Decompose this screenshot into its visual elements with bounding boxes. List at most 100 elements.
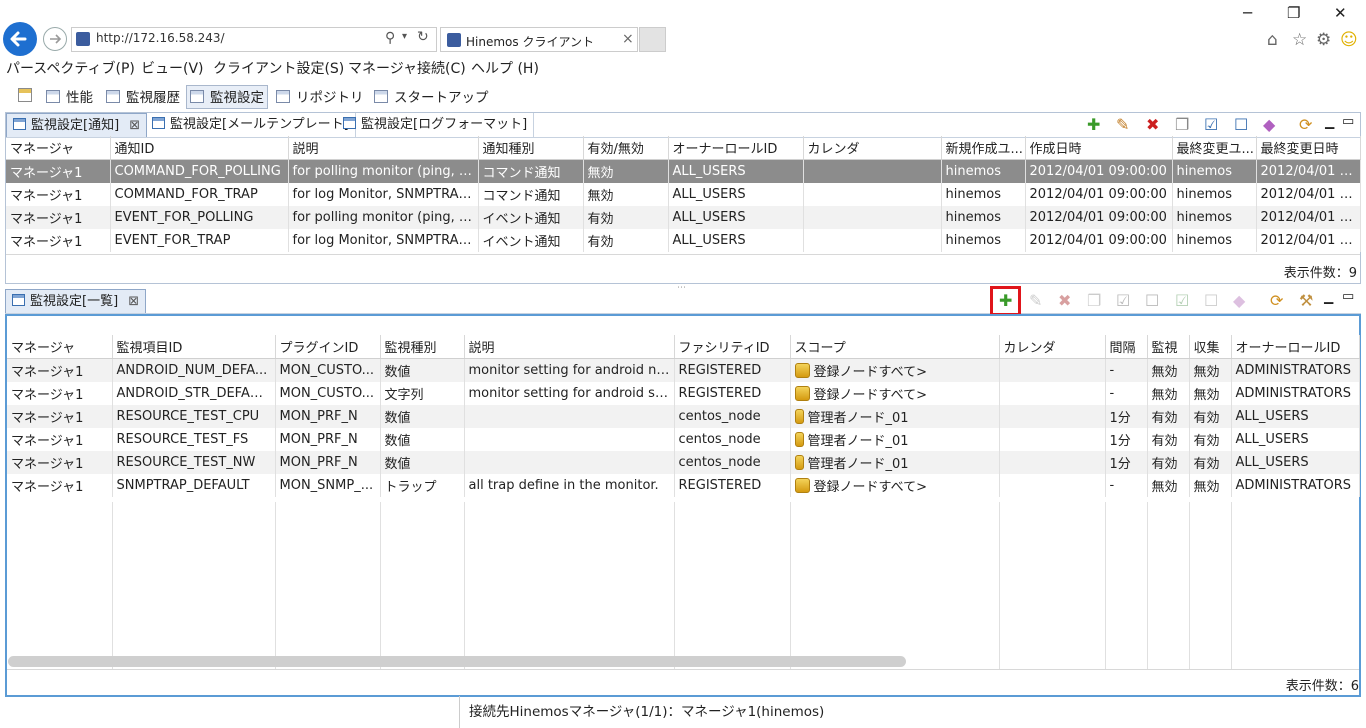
edit-pencil-icon[interactable]: ✎ (1116, 116, 1129, 134)
tab-monitor-list[interactable]: 監視設定[一覧] ⊠ (5, 289, 147, 313)
perspective-repository[interactable]: リポジトリ (276, 86, 364, 108)
column-header[interactable]: 有効/無効 (583, 136, 669, 160)
cell: 2012/04/01 09: (1256, 183, 1361, 206)
refresh-icon[interactable]: ⟳ (1299, 116, 1312, 134)
column-separator (380, 502, 381, 670)
view-maximize-icon[interactable]: ▭ (1342, 289, 1354, 304)
new-tab-button[interactable] (639, 27, 666, 52)
table-row[interactable]: マネージャ1 RESOURCE_TEST_CPU MON_PRF_N 数値 centos… (7, 405, 1360, 428)
tab-notification[interactable]: 監視設定[通知] ⊠ (6, 113, 148, 137)
menu-view[interactable]: ビュー(V) (141, 58, 204, 78)
perspective-startup[interactable]: スタートアップ (374, 86, 489, 108)
copy-icon[interactable]: ❐ (1087, 292, 1101, 310)
perspective-monitor-history[interactable]: 監視履歴 (106, 86, 180, 108)
view-minimize-icon[interactable]: ▁ (1325, 115, 1334, 129)
table-row[interactable]: マネージャ1 SNMPTRAP_DEFAULT MON_SNMP_... トラップ al… (7, 474, 1360, 497)
cell: REGISTERED (674, 474, 791, 497)
menu-help[interactable]: ヘルプ (H) (471, 58, 539, 78)
refresh-icon[interactable]: ⟳ (1270, 292, 1283, 310)
column-header[interactable]: ファシリティID (674, 335, 791, 359)
table-row[interactable]: マネージャ1 EVENT_FOR_POLLING for polling monit… (6, 206, 1361, 229)
column-header[interactable]: カレンダ (999, 335, 1106, 359)
table-row[interactable]: マネージャ1 RESOURCE_TEST_NW MON_PRF_N 数値 centos_… (7, 451, 1360, 474)
perspective-performance[interactable]: 性能 (46, 86, 93, 108)
restore-button[interactable]: ❐ (1287, 4, 1300, 22)
cell (999, 358, 1106, 382)
table-row[interactable]: マネージャ1 ANDROID_NUM_DEFA... MON_CUSTO... 数値 m… (7, 358, 1360, 382)
cell: all trap define in the monitor. (464, 474, 675, 497)
filter-icon[interactable]: ◆ (1233, 292, 1245, 310)
cell: ANDROID_STR_DEFAU... (112, 382, 276, 405)
tab-close-icon[interactable]: × (622, 31, 634, 47)
column-header[interactable]: スコープ (790, 335, 1000, 359)
view-maximize-icon[interactable]: ▭ (1342, 114, 1354, 129)
tab-mail-template[interactable]: 監視設定[メールテンプレート] (146, 113, 356, 137)
edit-pencil-icon[interactable]: ✎ (1029, 292, 1042, 310)
column-header[interactable]: 説明 (288, 136, 479, 160)
open-perspective-icon[interactable] (18, 88, 32, 102)
column-header[interactable]: マネージャ (6, 136, 111, 160)
column-header[interactable]: 監視種別 (380, 335, 465, 359)
cell: - (1105, 358, 1148, 382)
filter-icon[interactable]: ◆ (1263, 116, 1275, 134)
cell: centos_node (674, 428, 791, 451)
delete-icon[interactable]: ✖ (1058, 292, 1071, 310)
home-icon[interactable]: ⌂ (1267, 30, 1278, 50)
dropdown-icon[interactable]: ▾ (402, 31, 407, 42)
cell: マネージャ1 (6, 206, 111, 229)
filter-settings-icon[interactable]: ⚒ (1299, 292, 1313, 310)
column-header[interactable]: 通知種別 (478, 136, 584, 160)
column-header[interactable]: オーナーロールID (668, 136, 804, 160)
smiley-feedback-icon[interactable]: ☺ (1340, 30, 1358, 50)
table-row[interactable]: マネージャ1 ANDROID_STR_DEFAU... MON_CUSTO... 文字… (7, 382, 1360, 405)
close-icon[interactable]: ⊠ (128, 294, 139, 309)
enable-check-icon[interactable]: ☑ (1204, 116, 1218, 134)
cell: マネージャ1 (7, 405, 113, 428)
column-header[interactable]: 最終変更ユ... (1172, 136, 1257, 160)
disable-box-icon[interactable]: ☐ (1145, 292, 1159, 310)
table-row[interactable]: マネージャ1 COMMAND_FOR_POLLING for polling mon… (6, 159, 1361, 183)
search-icon[interactable]: ⚲ (385, 30, 395, 46)
view-minimize-icon[interactable]: ▁ (1324, 290, 1333, 304)
back-button[interactable] (3, 22, 37, 56)
close-icon[interactable]: ⊠ (129, 118, 140, 133)
column-header[interactable]: 説明 (464, 335, 675, 359)
settings-gear-icon[interactable]: ⚙ (1316, 30, 1331, 50)
disable-box-icon[interactable]: ☐ (1234, 116, 1248, 134)
forward-button[interactable] (43, 27, 67, 51)
tab-log-format[interactable]: 監視設定[ログフォーマット] (337, 113, 535, 137)
collect-disable-icon[interactable]: ☐ (1204, 292, 1218, 310)
collect-enable-icon[interactable]: ☑ (1175, 292, 1189, 310)
column-header[interactable]: 通知ID (110, 136, 289, 160)
column-header[interactable]: 監視項目ID (112, 335, 276, 359)
column-header[interactable]: 作成日時 (1025, 136, 1173, 160)
add-icon[interactable]: ✚ (999, 292, 1012, 310)
column-header[interactable]: マネージャ (7, 335, 113, 359)
menu-client-settings[interactable]: クライアント設定(S) (213, 58, 344, 78)
column-header[interactable]: カレンダ (803, 136, 942, 160)
table-row[interactable]: マネージャ1 EVENT_FOR_TRAP for log Monitor, SNM… (6, 229, 1361, 252)
menu-manager-connect[interactable]: マネージャ接続(C) (348, 58, 466, 78)
cell: コマンド通知 (478, 183, 584, 206)
refresh-icon[interactable]: ↻ (417, 29, 429, 45)
delete-icon[interactable]: ✖ (1146, 116, 1159, 134)
column-header[interactable]: 最終変更日時 (1256, 136, 1361, 160)
perspective-monitor-settings[interactable]: 監視設定 (186, 85, 268, 109)
add-icon[interactable]: ✚ (1087, 116, 1100, 134)
column-header[interactable]: 監視 (1147, 335, 1190, 359)
close-window-button[interactable]: ✕ (1334, 4, 1347, 22)
column-header[interactable]: 間隔 (1105, 335, 1148, 359)
table-row[interactable]: マネージャ1 RESOURCE_TEST_FS MON_PRF_N 数値 centos_… (7, 428, 1360, 451)
column-header[interactable]: オーナーロールID (1231, 335, 1360, 359)
column-header[interactable]: 新規作成ユ... (941, 136, 1026, 160)
table-row[interactable]: マネージャ1 COMMAND_FOR_TRAP for log Monitor, S… (6, 183, 1361, 206)
column-header[interactable]: 収集 (1189, 335, 1232, 359)
enable-check-icon[interactable]: ☑ (1116, 292, 1130, 310)
copy-icon[interactable]: ❐ (1175, 116, 1189, 134)
favorites-star-icon[interactable]: ☆ (1292, 30, 1307, 50)
menu-perspective[interactable]: パースペクティブ(P) (6, 58, 135, 78)
cell: centos_node (674, 451, 791, 474)
column-header[interactable]: プラグインID (275, 335, 381, 359)
minimize-button[interactable]: ─ (1243, 4, 1252, 22)
horizontal-scrollbar[interactable] (8, 656, 906, 667)
